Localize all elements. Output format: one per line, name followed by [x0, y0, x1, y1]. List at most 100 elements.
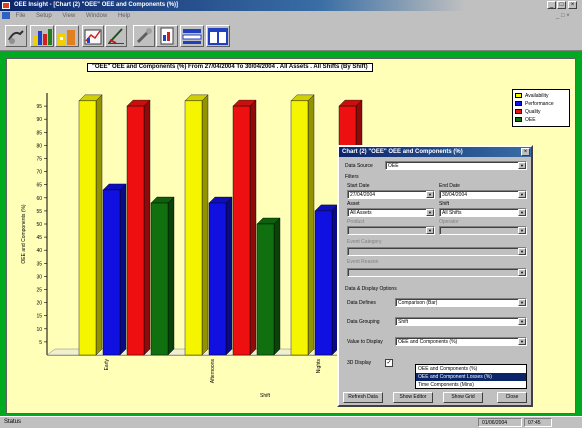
chevron-down-icon[interactable]: ▼: [518, 299, 526, 306]
minimize-button[interactable]: _: [547, 1, 556, 9]
x-axis-label: Shift: [260, 393, 271, 399]
legend-label: Performance: [525, 101, 554, 107]
y-tick-label: 85: [36, 130, 42, 136]
layout-icon[interactable]: [180, 25, 204, 47]
dropdown-option[interactable]: OEE and Components (%): [416, 365, 526, 373]
chevron-down-icon[interactable]: ▼: [518, 191, 526, 198]
y-tick-label: 30: [36, 274, 42, 280]
data-grouping-select[interactable]: Shift ▼: [395, 317, 527, 326]
y-tick-label: 95: [36, 104, 42, 110]
shift-select[interactable]: All Shifts ▼: [439, 208, 527, 217]
filters-label: Filters: [345, 174, 359, 180]
y-tick-label: 65: [36, 183, 42, 189]
legend-swatch: [515, 117, 522, 123]
chevron-down-icon[interactable]: ▼: [426, 227, 434, 234]
dropdown-option[interactable]: Time Components (Mins): [416, 381, 526, 389]
start-date-label: Start Date: [347, 183, 370, 189]
bar-side: [143, 99, 151, 356]
bar: [126, 105, 145, 356]
menu-view[interactable]: View: [62, 13, 75, 19]
refresh-data-button[interactable]: Refresh Data: [343, 392, 383, 403]
legend-item: Quality: [515, 108, 567, 116]
y-tick-label: 75: [36, 157, 42, 163]
threed-display-checkbox[interactable]: ✓: [385, 359, 393, 367]
menu-bar: File Setup View Window Help _ □ ×: [0, 11, 582, 21]
operator-label: Operator: [439, 219, 459, 225]
legend-item: OEE: [515, 116, 567, 124]
event-reason-select[interactable]: ▼: [347, 268, 527, 277]
chevron-down-icon[interactable]: ▼: [518, 209, 526, 216]
data-defines-select[interactable]: Comparison (Bar) ▼: [395, 298, 527, 307]
window-title: OEE Insight - [Chart (2) "OEE" OEE and C…: [14, 2, 179, 8]
menu-help[interactable]: Help: [118, 13, 130, 19]
data-source-select[interactable]: OEE ▼: [385, 161, 527, 170]
operator-select[interactable]: ▼: [439, 226, 527, 235]
legend-item: Availability: [515, 92, 567, 100]
event-category-select[interactable]: ▼: [347, 247, 527, 256]
dialog-close-icon[interactable]: ×: [521, 148, 530, 156]
y-tick-label: 40: [36, 248, 42, 254]
y-axis-label: OEE and Components (%): [21, 204, 27, 264]
chevron-down-icon[interactable]: ▼: [518, 227, 526, 234]
legend-label: Availability: [525, 93, 549, 99]
document-icon[interactable]: [2, 11, 10, 19]
factory-chart-icon[interactable]: [55, 25, 79, 47]
y-tick-label: 80: [36, 143, 42, 149]
bar: [184, 100, 203, 356]
report-icon[interactable]: [156, 25, 178, 47]
bar: [78, 100, 97, 356]
close-window-button[interactable]: ×: [568, 1, 577, 9]
chevron-down-icon[interactable]: ▼: [426, 209, 434, 216]
menu-setup[interactable]: Setup: [36, 13, 52, 19]
dropdown-option-selected[interactable]: OEE and Component Losses (%): [416, 373, 526, 381]
asset-select[interactable]: All Assets ▼: [347, 208, 435, 217]
app-icon[interactable]: [2, 2, 10, 9]
maximize-button[interactable]: □: [557, 1, 566, 9]
status-time: 07:45: [524, 418, 552, 427]
chevron-down-icon[interactable]: ▼: [518, 318, 526, 325]
chevron-down-icon[interactable]: ▼: [518, 338, 526, 345]
trend-chart-icon[interactable]: [82, 25, 104, 47]
chevron-down-icon[interactable]: ▼: [518, 248, 526, 255]
y-tick-label: 55: [36, 209, 42, 215]
start-date-field[interactable]: 27/04/2004 ▼: [347, 190, 435, 199]
chevron-down-icon[interactable]: ▼: [426, 191, 434, 198]
chart-legend: Availability Performance Quality OEE: [512, 89, 570, 127]
shift-label: Shift: [439, 201, 450, 207]
x-tick-label: Afternoons: [210, 359, 216, 384]
bar-side: [119, 183, 127, 356]
y-tick-label: 25: [36, 288, 42, 294]
status-bar: Status 01/06/2004 07:45: [0, 416, 582, 427]
y-tick-label: 35: [36, 261, 42, 267]
connect-icon[interactable]: [5, 25, 27, 47]
value-to-display-select[interactable]: OEE and Components (%) ▼: [395, 337, 527, 346]
display-options-label: Data & Display Options: [345, 286, 397, 292]
end-date-field[interactable]: 30/04/2004 ▼: [439, 190, 527, 199]
chart-edit-icon[interactable]: [105, 25, 127, 47]
close-button[interactable]: Close: [497, 392, 527, 403]
menu-file[interactable]: File: [16, 13, 26, 19]
chevron-down-icon[interactable]: ▼: [518, 269, 526, 276]
bar-chart-icon[interactable]: [30, 25, 54, 47]
y-tick-label: 10: [36, 327, 42, 333]
bar-side: [307, 94, 315, 356]
product-select[interactable]: ▼: [347, 226, 435, 235]
chart-settings-dialog: Chart (2) "OEE" OEE and Components (%) ×…: [337, 145, 533, 407]
tools-icon[interactable]: [133, 25, 155, 47]
legend-swatch: [515, 93, 522, 99]
end-date-label: End Date: [439, 183, 460, 189]
menu-window[interactable]: Window: [86, 13, 107, 19]
bar-side: [95, 94, 103, 356]
mdi-controls[interactable]: _ □ ×: [556, 11, 570, 21]
event-reason-label: Event Reason: [347, 259, 379, 265]
bar-side: [167, 196, 175, 356]
y-tick-label: 45: [36, 235, 42, 241]
columns-icon[interactable]: [206, 25, 230, 47]
show-grid-button[interactable]: Show Grid: [443, 392, 483, 403]
status-date: 01/06/2004: [478, 418, 522, 427]
bar: [150, 202, 169, 356]
toolbar: [0, 21, 582, 51]
chevron-down-icon[interactable]: ▼: [518, 162, 526, 169]
threed-display-label: 3D Display: [347, 360, 372, 366]
show-editor-button[interactable]: Show Editor: [393, 392, 433, 403]
